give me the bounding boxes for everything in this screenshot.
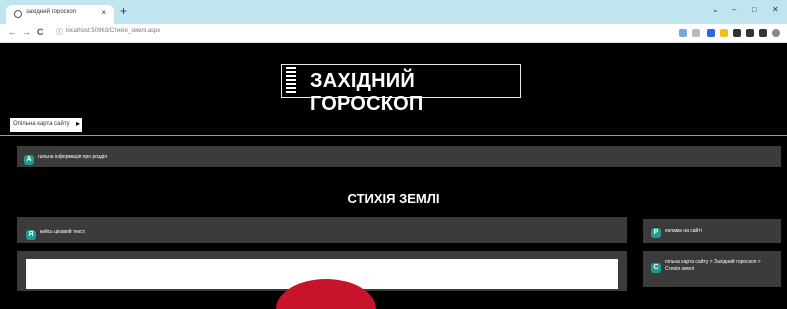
close-window-button[interactable]: ✕	[772, 5, 779, 14]
site-title-banner: ЗАХІДНИЙ ГОРОСКОП	[281, 64, 521, 115]
image-card	[26, 259, 618, 309]
sitemap-path-bar: С пільна карта сайту > Західний гороскоп…	[643, 251, 781, 287]
content-text-bar: Я кийсь цікавий текст.	[17, 217, 627, 243]
sitemap-button[interactable]: Опільна карта сайту ▸	[10, 118, 82, 132]
drop-cap-badge: А	[24, 155, 34, 165]
drop-cap-badge: Р	[651, 228, 661, 238]
extension-icon-2[interactable]	[720, 29, 728, 37]
sitemap-button-label: Опільна карта сайту	[13, 121, 70, 127]
general-info-bar: А гальна інформація про розділ	[17, 146, 781, 167]
url-text: localhost:50963/Стихія_землі.aspx	[66, 28, 161, 34]
arrow-right-icon: ▸	[75, 119, 80, 128]
reload-button[interactable]: C	[37, 27, 44, 37]
share-icon[interactable]	[679, 29, 687, 37]
globe-icon	[14, 10, 22, 18]
extension-icon-1[interactable]	[707, 29, 715, 37]
tab-search-dropdown[interactable]: ⌄	[712, 5, 719, 14]
content-text: кийсь цікавий текст.	[40, 229, 86, 235]
extension-icon-3[interactable]	[733, 29, 741, 37]
site-info-icon[interactable]: ⓘ	[56, 27, 63, 37]
ads-text: еклама на сайті	[665, 228, 702, 234]
minimize-button[interactable]: –	[732, 5, 736, 14]
site-title: ЗАХІДНИЙ ГОРОСКОП	[310, 70, 424, 115]
address-bar[interactable]: ⓘ localhost:50963/Стихія_землі.aspx	[52, 27, 672, 39]
browser-tab[interactable]: західний гороскоп ×	[6, 5, 114, 24]
browser-tab-bar: західний гороскоп × + ⌄ – □ ✕	[0, 0, 787, 24]
drop-cap-badge: С	[651, 263, 661, 273]
restore-button[interactable]: □	[752, 5, 757, 14]
banner-stripes-decoration	[286, 67, 296, 95]
reading-list-icon[interactable]	[759, 29, 767, 37]
zodiac-image	[276, 279, 376, 309]
general-info-text: гальна інформація про розділ	[38, 154, 108, 160]
forward-button[interactable]: →	[22, 27, 31, 37]
profile-avatar-icon[interactable]	[772, 29, 780, 37]
new-tab-button[interactable]: +	[120, 5, 127, 17]
browser-toolbar: ← → C ⓘ localhost:50963/Стихія_землі.asp…	[0, 24, 787, 43]
tab-close-button[interactable]: ×	[101, 8, 106, 17]
bookmark-star-icon[interactable]	[692, 29, 700, 37]
extensions-puzzle-icon[interactable]	[746, 29, 754, 37]
back-button[interactable]: ←	[8, 27, 17, 37]
header-divider	[0, 135, 787, 136]
tab-title: західний гороскоп	[26, 9, 76, 15]
ads-sidebar-bar: Р еклама на сайті	[643, 219, 781, 243]
page-content: ЗАХІДНИЙ ГОРОСКОП Опільна карта сайту ▸ …	[0, 43, 787, 309]
section-title: СТИХІЯ ЗЕМЛІ	[347, 191, 440, 206]
sitemap-path-link[interactable]: пільна карта сайту > Західний гороскоп >…	[665, 259, 777, 273]
drop-cap-badge: Я	[26, 230, 36, 240]
